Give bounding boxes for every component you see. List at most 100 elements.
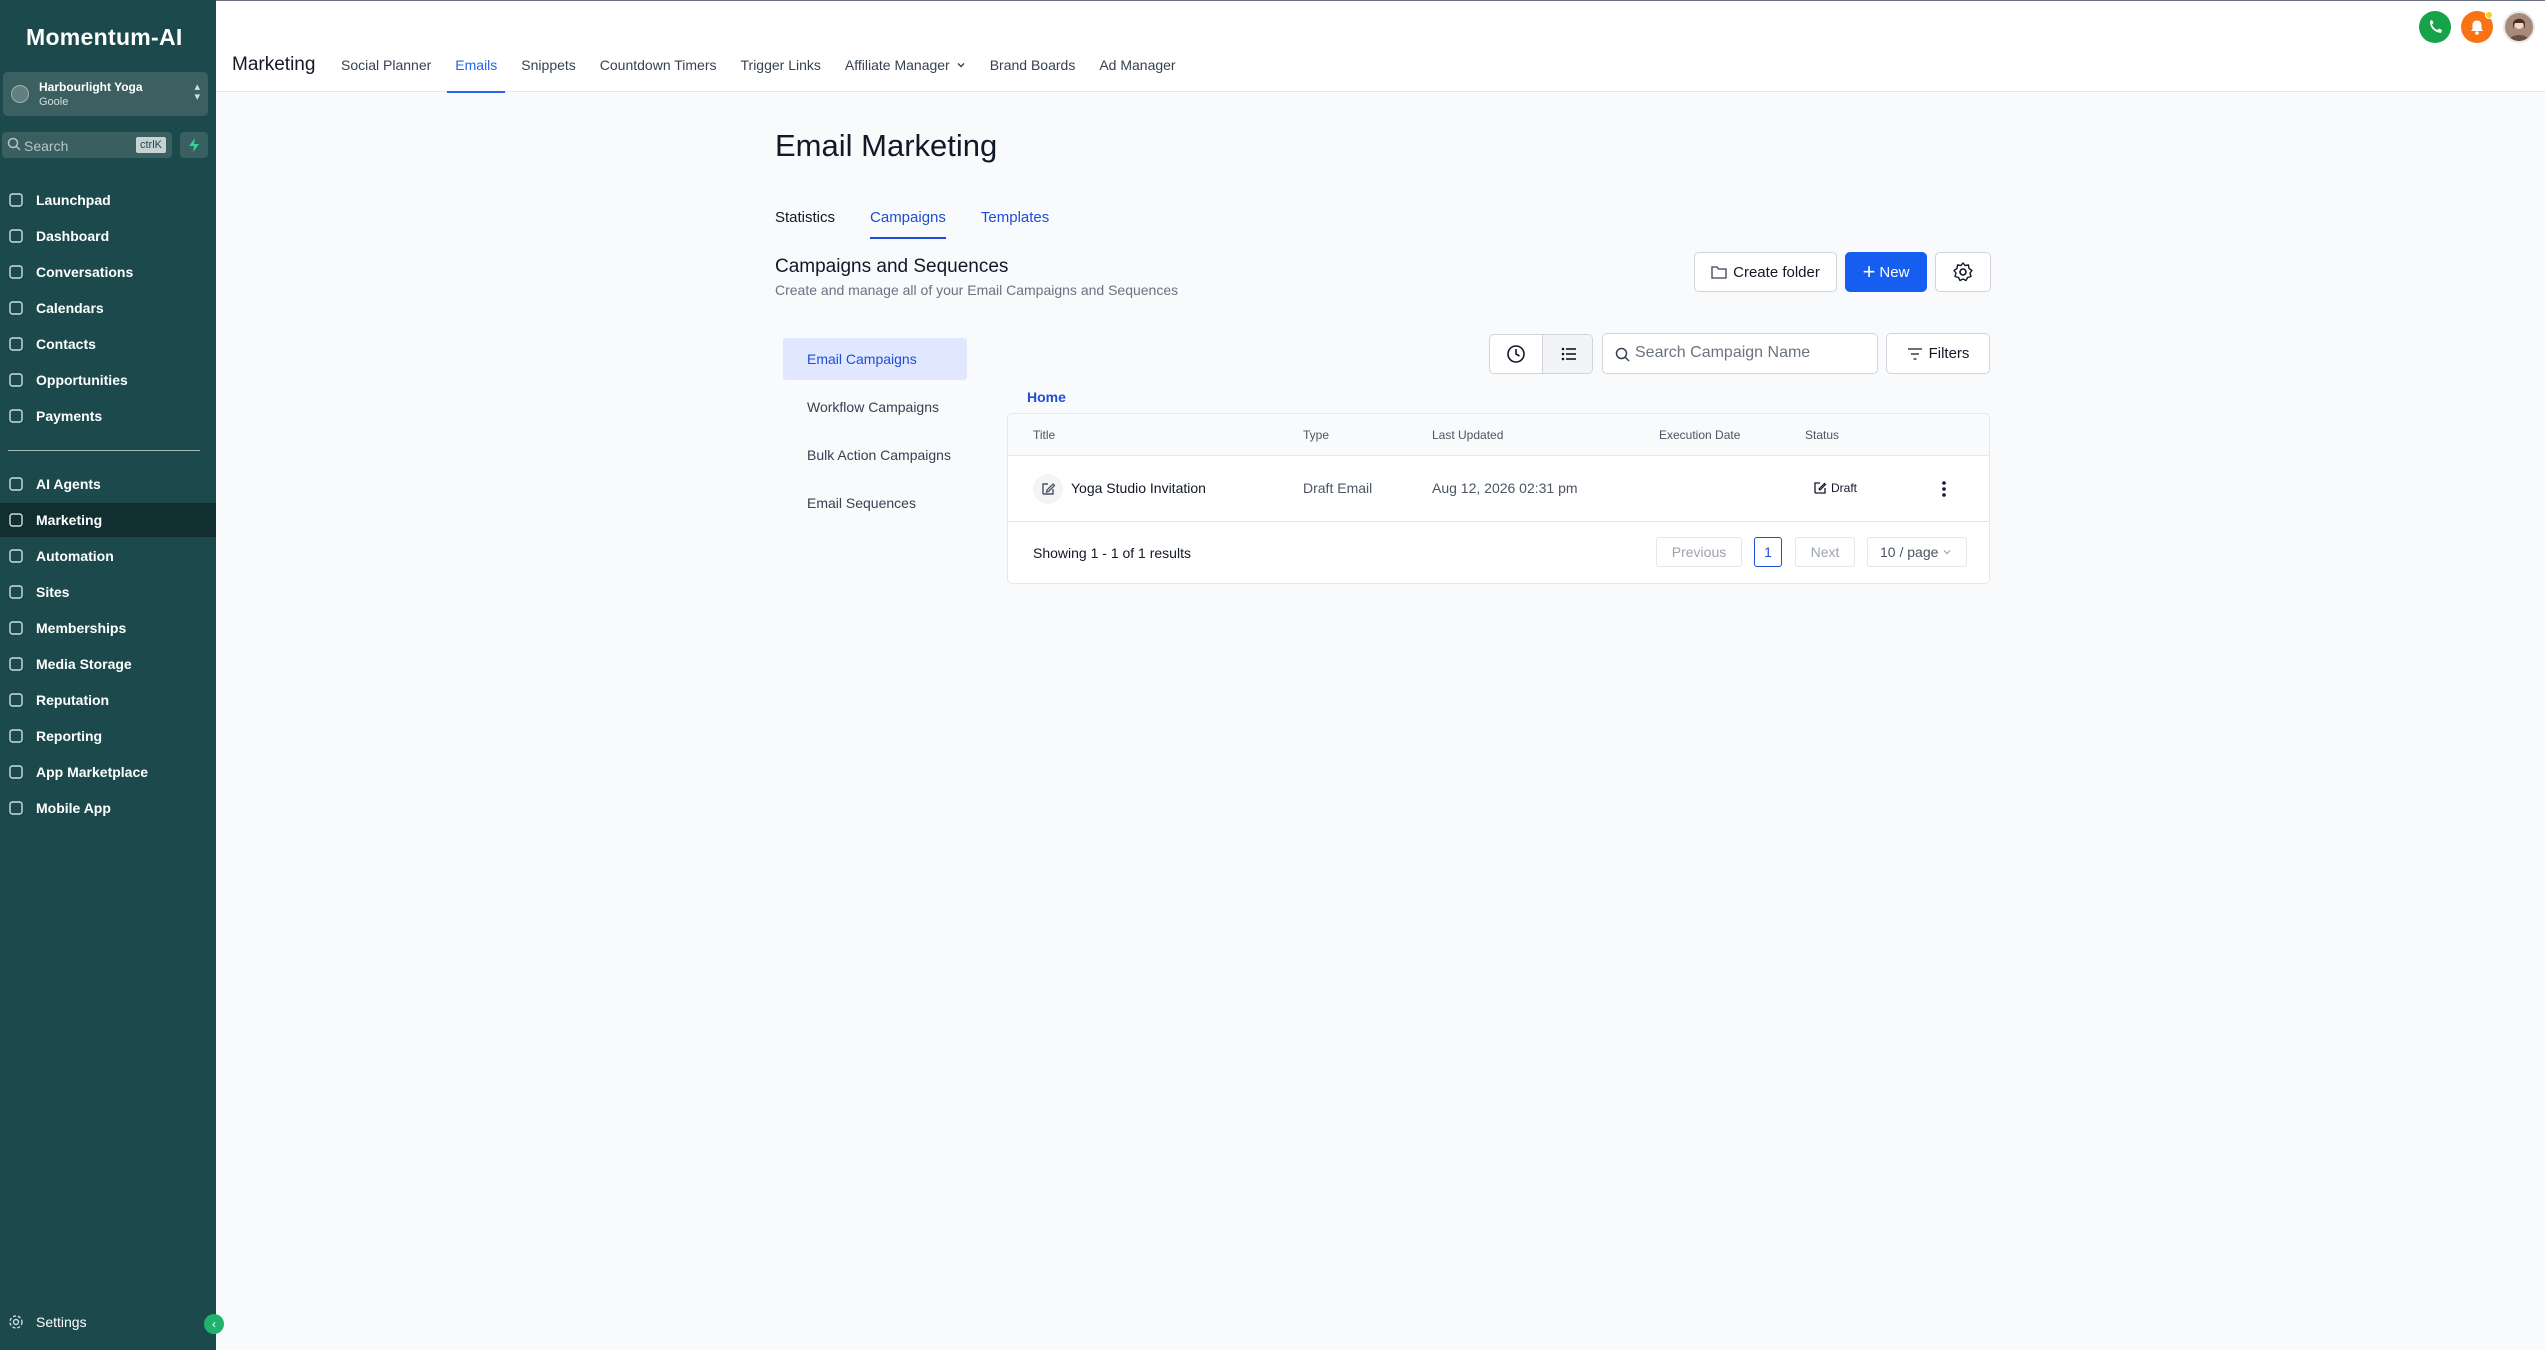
campaign-title[interactable]: Yoga Studio Invitation bbox=[1071, 480, 1206, 496]
phone-button[interactable] bbox=[2419, 11, 2451, 43]
tab-statistics[interactable]: Statistics bbox=[775, 209, 835, 239]
ai-agents-icon bbox=[9, 477, 23, 491]
account-icon bbox=[11, 85, 29, 103]
campaign-type-workflow-campaigns[interactable]: Workflow Campaigns bbox=[783, 386, 967, 428]
sidebar-item-memberships[interactable]: Memberships bbox=[0, 611, 216, 645]
user-avatar[interactable] bbox=[2503, 11, 2535, 43]
view-toggle bbox=[1489, 334, 1593, 374]
folder-icon bbox=[1711, 266, 1727, 279]
tab-ad-manager[interactable]: Ad Manager bbox=[1099, 57, 1175, 93]
opportunities-icon bbox=[9, 373, 23, 387]
status-label: Draft bbox=[1831, 481, 1858, 495]
collapse-sidebar-button[interactable]: ‹ bbox=[204, 1314, 224, 1334]
sidebar-item-reporting[interactable]: Reporting bbox=[0, 719, 216, 753]
filters-button[interactable]: Filters bbox=[1886, 333, 1990, 374]
plus-icon: + bbox=[1862, 259, 1876, 284]
sidebar-item-settings[interactable]: Settings bbox=[0, 1305, 216, 1339]
draft-icon bbox=[1814, 482, 1827, 494]
sidebar-item-reputation[interactable]: Reputation bbox=[0, 683, 216, 717]
campaign-last-updated: Aug 12, 2026 02:31 pm bbox=[1432, 480, 1578, 496]
star-icon bbox=[9, 693, 23, 707]
sidebar-item-payments[interactable]: Payments bbox=[0, 399, 216, 433]
sidebar-item-label: Launchpad bbox=[36, 192, 111, 208]
campaign-type-email-campaigns[interactable]: Email Campaigns bbox=[783, 338, 967, 380]
account-switcher[interactable]: Harbourlight Yoga Goole ▴ ▾ bbox=[3, 72, 208, 116]
chat-icon bbox=[9, 265, 23, 279]
tab-affiliate-manager[interactable]: Affiliate Manager bbox=[845, 57, 966, 93]
settings-button[interactable] bbox=[1935, 252, 1991, 292]
calendar-icon bbox=[9, 301, 23, 315]
tab-templates[interactable]: Templates bbox=[981, 209, 1049, 239]
campaign-type: Draft Email bbox=[1303, 480, 1373, 496]
page-size-select[interactable]: 10 / page bbox=[1867, 537, 1967, 567]
sidebar-item-contacts[interactable]: Contacts bbox=[0, 327, 216, 361]
sidebar-item-app-marketplace[interactable]: App Marketplace bbox=[0, 755, 216, 789]
create-folder-button[interactable]: Create folder bbox=[1694, 252, 1837, 292]
tab-brand-boards[interactable]: Brand Boards bbox=[990, 57, 1076, 93]
sidebar-item-label: Dashboard bbox=[36, 228, 110, 244]
quick-action-button[interactable] bbox=[180, 132, 208, 158]
list-view-button[interactable] bbox=[1542, 335, 1592, 373]
tab-label: Trigger Links bbox=[740, 57, 821, 73]
column-type: Type bbox=[1303, 428, 1330, 442]
chevron-updown-icon: ▴ ▾ bbox=[194, 81, 200, 103]
app-logo[interactable]: Momentum-AI bbox=[26, 24, 183, 51]
column-execution-date: Execution Date bbox=[1659, 428, 1741, 442]
campaign-type-bulk-action-campaigns[interactable]: Bulk Action Campaigns bbox=[783, 434, 967, 476]
sidebar-item-label: Reporting bbox=[36, 728, 103, 744]
campaign-type-email-sequences[interactable]: Email Sequences bbox=[783, 482, 967, 524]
campaign-tabs: Statistics Campaigns Templates bbox=[775, 209, 1084, 239]
sidebar-item-calendars[interactable]: Calendars bbox=[0, 291, 216, 325]
apps-icon bbox=[9, 765, 23, 779]
sidebar-item-conversations[interactable]: Conversations bbox=[0, 255, 216, 289]
tab-emails[interactable]: Emails bbox=[447, 57, 506, 93]
sidebar-item-label: Calendars bbox=[36, 300, 104, 316]
tab-countdown-timers[interactable]: Countdown Timers bbox=[600, 57, 717, 93]
notification-badge bbox=[2485, 11, 2493, 19]
sidebar-item-dashboard[interactable]: Dashboard bbox=[0, 219, 216, 253]
dashboard-icon bbox=[9, 229, 23, 243]
tab-label: Ad Manager bbox=[1099, 57, 1176, 73]
tab-label: Social Planner bbox=[341, 57, 432, 73]
tab-social-planner[interactable]: Social Planner bbox=[341, 57, 431, 93]
media-icon bbox=[9, 657, 23, 671]
search-icon bbox=[7, 137, 21, 151]
recent-view-button[interactable] bbox=[1490, 335, 1542, 373]
table-row[interactable]: Yoga Studio Invitation Draft Email Aug 1… bbox=[1008, 456, 1989, 522]
page-number-button[interactable]: 1 bbox=[1754, 537, 1782, 567]
memberships-icon bbox=[9, 621, 23, 635]
sidebar-divider bbox=[8, 450, 200, 451]
reporting-icon bbox=[9, 729, 23, 743]
tab-trigger-links[interactable]: Trigger Links bbox=[741, 57, 821, 93]
payments-icon bbox=[9, 409, 23, 423]
sidebar-item-mobile-app[interactable]: Mobile App bbox=[0, 791, 216, 825]
more-options-icon[interactable] bbox=[1936, 478, 1952, 500]
breadcrumb[interactable]: Home bbox=[1027, 389, 1066, 405]
sidebar-item-label: Marketing bbox=[36, 512, 103, 528]
sidebar-item-ai-agents[interactable]: AI Agents bbox=[0, 467, 216, 501]
edit-icon bbox=[1033, 474, 1063, 504]
sidebar-item-opportunities[interactable]: Opportunities bbox=[0, 363, 216, 397]
campaign-search bbox=[1602, 333, 1878, 374]
mobile-icon bbox=[9, 801, 23, 815]
sidebar-item-launchpad[interactable]: Launchpad bbox=[0, 183, 216, 217]
chevron-down-icon bbox=[1943, 550, 1951, 555]
clock-icon bbox=[1507, 345, 1525, 363]
sidebar-item-label: Memberships bbox=[36, 620, 127, 636]
sidebar-item-marketing[interactable]: Marketing bbox=[0, 503, 216, 537]
notifications-button[interactable] bbox=[2461, 11, 2493, 43]
campaign-search-input[interactable] bbox=[1635, 344, 1865, 362]
new-label: New bbox=[1879, 263, 1910, 281]
previous-page-button[interactable]: Previous bbox=[1656, 537, 1742, 567]
tab-campaigns[interactable]: Campaigns bbox=[870, 209, 946, 239]
filter-icon bbox=[1907, 347, 1922, 360]
tab-snippets[interactable]: Snippets bbox=[521, 57, 575, 93]
next-page-button[interactable]: Next bbox=[1795, 537, 1855, 567]
sidebar-item-media-storage[interactable]: Media Storage bbox=[0, 647, 216, 681]
sidebar-item-label: AI Agents bbox=[36, 476, 101, 492]
sidebar-search[interactable]: Search ctrlK bbox=[2, 132, 172, 158]
new-button[interactable]: + New bbox=[1845, 252, 1927, 292]
sidebar-item-sites[interactable]: Sites bbox=[0, 575, 216, 609]
sidebar-item-automation[interactable]: Automation bbox=[0, 539, 216, 573]
sidebar-item-label: Opportunities bbox=[36, 372, 128, 388]
